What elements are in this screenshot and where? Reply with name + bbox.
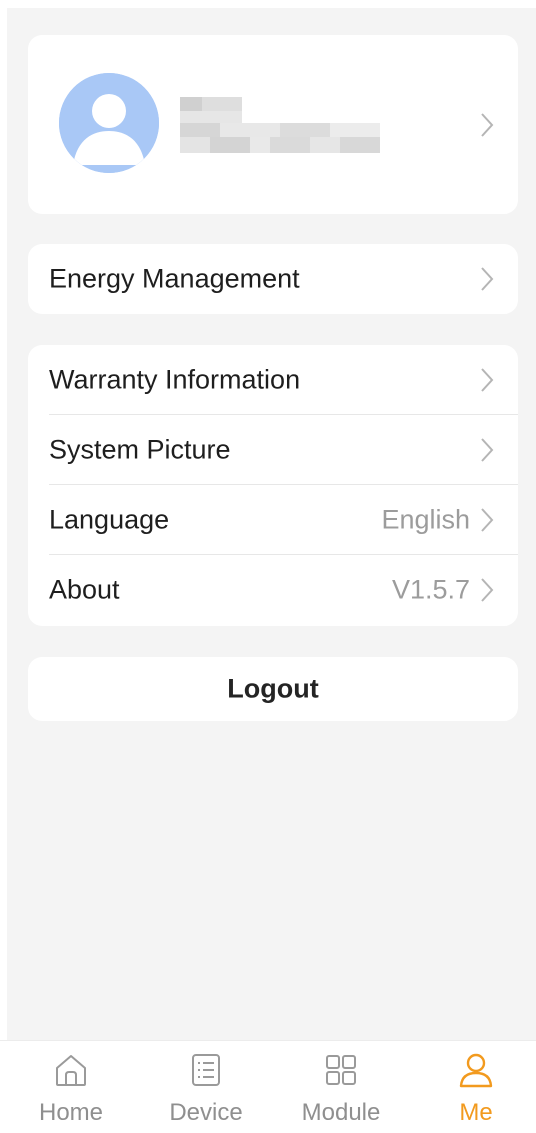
menu-item-label: System Picture xyxy=(49,434,231,465)
menu-item-label: Warranty Information xyxy=(49,364,301,395)
profile-card[interactable] xyxy=(28,35,518,214)
tab-label: Device xyxy=(169,1099,243,1126)
chevron-right-icon xyxy=(480,112,494,138)
tab-home[interactable]: Home xyxy=(16,1051,126,1131)
menu-item-language[interactable]: Language English xyxy=(28,485,518,555)
menu-item-label: Language xyxy=(49,504,170,535)
menu-item-about[interactable]: About V1.5.7 xyxy=(28,555,518,625)
version-value: V1.5.7 xyxy=(391,574,470,605)
tab-label: Module xyxy=(301,1099,381,1126)
tab-label: Home xyxy=(38,1099,104,1126)
logout-button[interactable]: Logout xyxy=(28,657,518,721)
default-user-icon xyxy=(59,73,159,173)
tab-label: Me xyxy=(459,1099,493,1126)
chevron-right-icon xyxy=(480,266,494,292)
menu-item-warranty-information[interactable]: Warranty Information xyxy=(28,345,518,415)
tab-device[interactable]: Device xyxy=(151,1051,261,1131)
chevron-right-icon xyxy=(480,367,494,393)
settings-card: Warranty Information System Picture Lang… xyxy=(28,345,518,626)
menu-item-label: About xyxy=(49,574,120,605)
language-value: English xyxy=(381,504,470,535)
chevron-right-icon xyxy=(480,437,494,463)
menu-item-energy-management[interactable]: Energy Management xyxy=(28,244,518,314)
chevron-right-icon xyxy=(480,507,494,533)
list-icon xyxy=(192,1054,220,1086)
logout-label: Logout xyxy=(227,673,319,704)
redacted-user-name xyxy=(180,97,380,159)
bottom-tab-bar: Home Device Module Me xyxy=(0,1040,536,1133)
tab-module[interactable]: Module xyxy=(286,1051,396,1131)
energy-management-card: Energy Management xyxy=(28,244,518,314)
menu-item-system-picture[interactable]: System Picture xyxy=(28,415,518,485)
avatar xyxy=(59,73,159,173)
menu-item-label: Energy Management xyxy=(49,263,300,294)
tab-me[interactable]: Me xyxy=(421,1051,531,1131)
grid-icon xyxy=(326,1055,356,1085)
me-screen: Energy Management Warranty Information S… xyxy=(7,8,536,1133)
chevron-right-icon xyxy=(480,577,494,603)
user-icon xyxy=(459,1053,493,1088)
home-icon xyxy=(56,1055,86,1086)
